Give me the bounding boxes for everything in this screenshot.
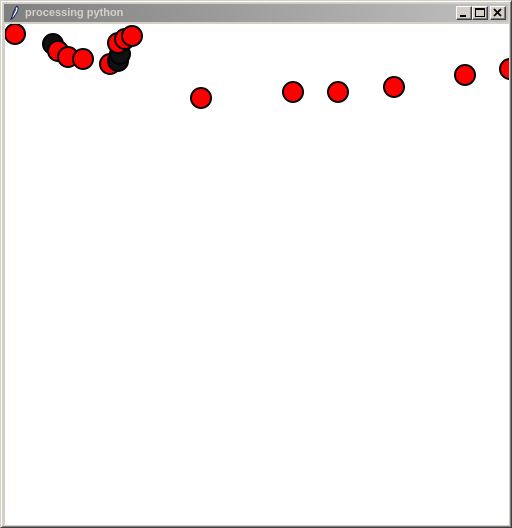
title-bar[interactable]: processing python [4,4,508,22]
ball [121,25,143,47]
ball [190,87,212,109]
window-title: processing python [25,7,124,19]
close-icon [493,8,502,17]
feather-pen-icon [7,5,21,21]
maximize-icon [475,8,485,17]
ball [499,58,509,80]
ball [327,81,349,103]
ball-layer [5,24,509,109]
maximize-button[interactable] [472,6,488,20]
minimize-button[interactable] [456,6,472,20]
ball [282,81,304,103]
sketch-canvas[interactable] [5,24,509,525]
app-window: processing python [0,0,512,528]
ball [5,24,26,45]
minimize-icon [460,15,466,17]
ball [383,76,405,98]
ball [454,64,476,86]
ball [72,48,94,70]
close-button[interactable] [490,6,506,20]
